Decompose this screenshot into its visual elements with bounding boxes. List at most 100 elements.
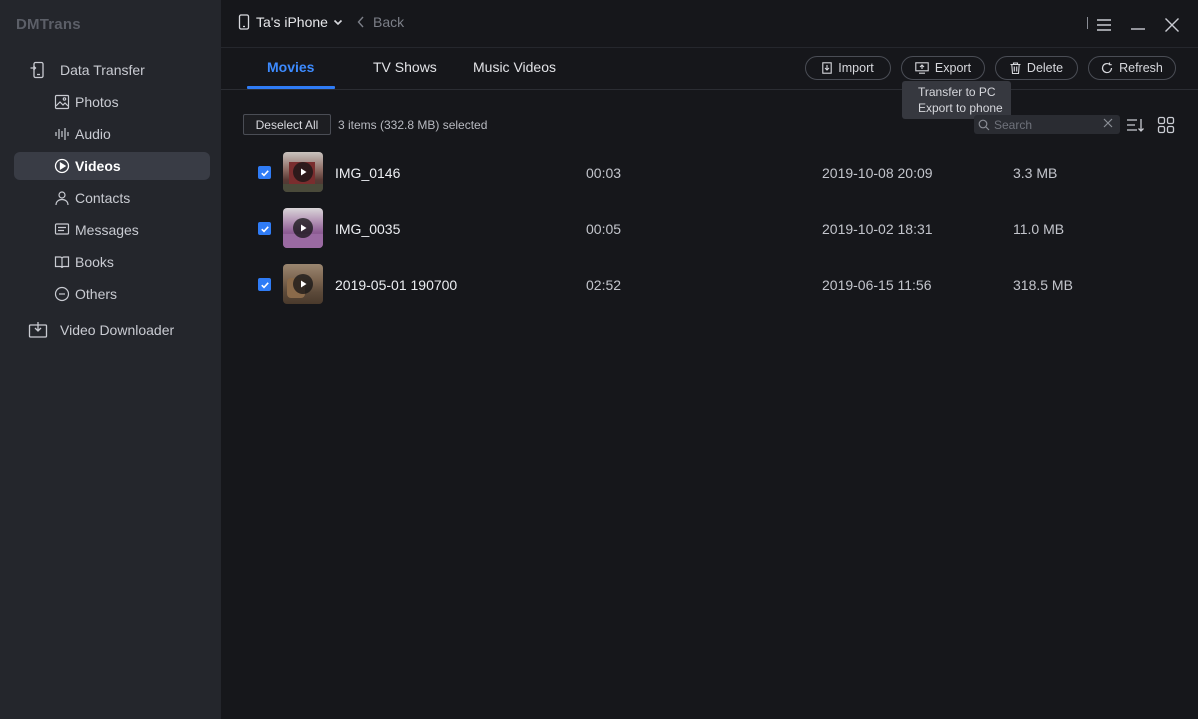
video-duration: 00:03 — [586, 165, 622, 181]
sidebar-item-label: Photos — [75, 94, 119, 110]
back-button[interactable]: Back — [357, 14, 404, 30]
search-input[interactable] — [994, 117, 1094, 132]
tab-tv-shows[interactable]: TV Shows — [373, 59, 437, 75]
video-thumbnail[interactable] — [283, 208, 323, 248]
video-name: IMG_0035 — [335, 221, 401, 237]
video-size: 3.3 MB — [1013, 165, 1058, 181]
tab-bar: Movies TV Shows Music Videos Import Expo… — [221, 48, 1198, 90]
sort-button[interactable] — [1124, 114, 1146, 136]
book-icon — [52, 252, 72, 272]
checkmark-icon — [260, 224, 270, 234]
sidebar-item-contacts[interactable]: Contacts — [14, 184, 210, 212]
row-checkbox[interactable] — [258, 166, 271, 179]
video-thumbnail[interactable] — [283, 152, 323, 192]
search-icon — [978, 119, 990, 131]
video-name: 2019-05-01 190700 — [335, 277, 458, 293]
image-icon — [52, 92, 72, 112]
refresh-label: Refresh — [1119, 61, 1163, 75]
title-bar: Ta's iPhone Back — [221, 0, 1198, 48]
video-duration: 02:52 — [586, 277, 622, 293]
sidebar-item-others[interactable]: Others — [14, 280, 210, 308]
export-icon — [915, 62, 929, 74]
audio-wave-icon — [52, 124, 72, 144]
minimize-button[interactable] — [1127, 14, 1149, 36]
sidebar-item-label: Others — [75, 286, 118, 302]
phone-transfer-icon — [28, 60, 48, 80]
export-menu: Transfer to PC Export to phone — [902, 81, 1011, 119]
checkmark-icon — [260, 168, 270, 178]
sidebar-item-label: Data Transfer — [60, 62, 145, 78]
sort-icon — [1126, 117, 1144, 133]
play-circle-icon — [52, 156, 72, 176]
delete-label: Delete — [1026, 61, 1064, 75]
sidebar-item-data-transfer[interactable]: Data Transfer — [28, 56, 208, 84]
refresh-icon — [1101, 62, 1113, 74]
table-row[interactable]: IMG_0146 00:03 2019-10-08 20:09 3.3 MB — [243, 148, 1178, 204]
sidebar-item-label: Audio — [75, 126, 111, 142]
sidebar-item-label: Messages — [75, 222, 139, 238]
refresh-button[interactable]: Refresh — [1088, 56, 1176, 80]
close-icon — [1164, 17, 1180, 33]
export-label: Export — [934, 61, 972, 75]
download-icon — [28, 320, 48, 340]
export-to-phone-option[interactable]: Export to phone — [918, 100, 1011, 116]
play-icon — [293, 162, 313, 182]
video-size: 318.5 MB — [1013, 277, 1073, 293]
active-tab-indicator — [247, 86, 335, 89]
import-button[interactable]: Import — [805, 56, 891, 80]
close-button[interactable] — [1161, 14, 1183, 36]
row-checkbox[interactable] — [258, 222, 271, 235]
sidebar: DMTrans Data Transfer Photos Audio Video… — [0, 0, 221, 719]
sidebar-item-video-downloader[interactable]: Video Downloader — [28, 316, 208, 344]
selection-summary: 3 items (332.8 MB) selected — [338, 118, 488, 132]
video-thumbnail[interactable] — [283, 264, 323, 304]
sidebar-item-label: Video Downloader — [60, 322, 175, 338]
app-title: DMTrans — [16, 16, 81, 33]
grid-icon — [1157, 116, 1175, 134]
video-name: IMG_0146 — [335, 165, 401, 181]
delete-button[interactable]: Delete — [995, 56, 1078, 80]
table-row[interactable]: IMG_0035 00:05 2019-10-02 18:31 11.0 MB — [243, 204, 1178, 260]
sidebar-item-books[interactable]: Books — [14, 248, 210, 276]
person-icon — [52, 188, 72, 208]
device-selector[interactable]: Ta's iPhone — [238, 14, 344, 30]
video-duration: 00:05 — [586, 221, 622, 237]
tab-music-videos[interactable]: Music Videos — [473, 59, 556, 75]
grid-view-button[interactable] — [1155, 114, 1177, 136]
import-icon — [822, 62, 833, 74]
search-box — [974, 115, 1120, 134]
menu-icon — [1096, 18, 1112, 32]
chevron-down-icon — [332, 16, 344, 28]
tab-movies[interactable]: Movies — [267, 59, 314, 75]
back-label: Back — [373, 14, 405, 30]
video-size: 11.0 MB — [1013, 221, 1065, 237]
import-label: Import — [838, 61, 874, 75]
message-icon — [52, 220, 72, 240]
transfer-to-pc-option[interactable]: Transfer to PC — [918, 84, 1011, 100]
ellipsis-circle-icon — [52, 284, 72, 304]
minimize-icon — [1130, 18, 1146, 32]
deselect-all-button[interactable]: Deselect All — [243, 114, 331, 135]
play-icon — [293, 218, 313, 238]
sidebar-item-label: Videos — [75, 158, 121, 174]
sidebar-item-photos[interactable]: Photos — [14, 88, 210, 116]
sidebar-item-label: Contacts — [75, 190, 131, 206]
export-button[interactable]: Export — [901, 56, 985, 80]
table-row[interactable]: 2019-05-01 190700 02:52 2019-06-15 11:56… — [243, 260, 1178, 316]
row-checkbox[interactable] — [258, 278, 271, 291]
sidebar-item-audio[interactable]: Audio — [14, 120, 210, 148]
chevron-left-icon — [357, 16, 365, 28]
sidebar-item-label: Books — [75, 254, 114, 270]
divider — [1087, 17, 1088, 29]
sidebar-item-messages[interactable]: Messages — [14, 216, 210, 244]
phone-icon — [238, 14, 250, 30]
video-date: 2019-10-02 18:31 — [822, 221, 933, 237]
checkmark-icon — [260, 280, 270, 290]
menu-button[interactable] — [1093, 14, 1115, 36]
trash-icon — [1010, 62, 1021, 74]
device-name: Ta's iPhone — [256, 14, 328, 30]
sidebar-item-videos[interactable]: Videos — [14, 152, 210, 180]
video-date: 2019-10-08 20:09 — [822, 165, 933, 181]
clear-search-icon[interactable] — [1102, 117, 1114, 129]
play-icon — [293, 274, 313, 294]
